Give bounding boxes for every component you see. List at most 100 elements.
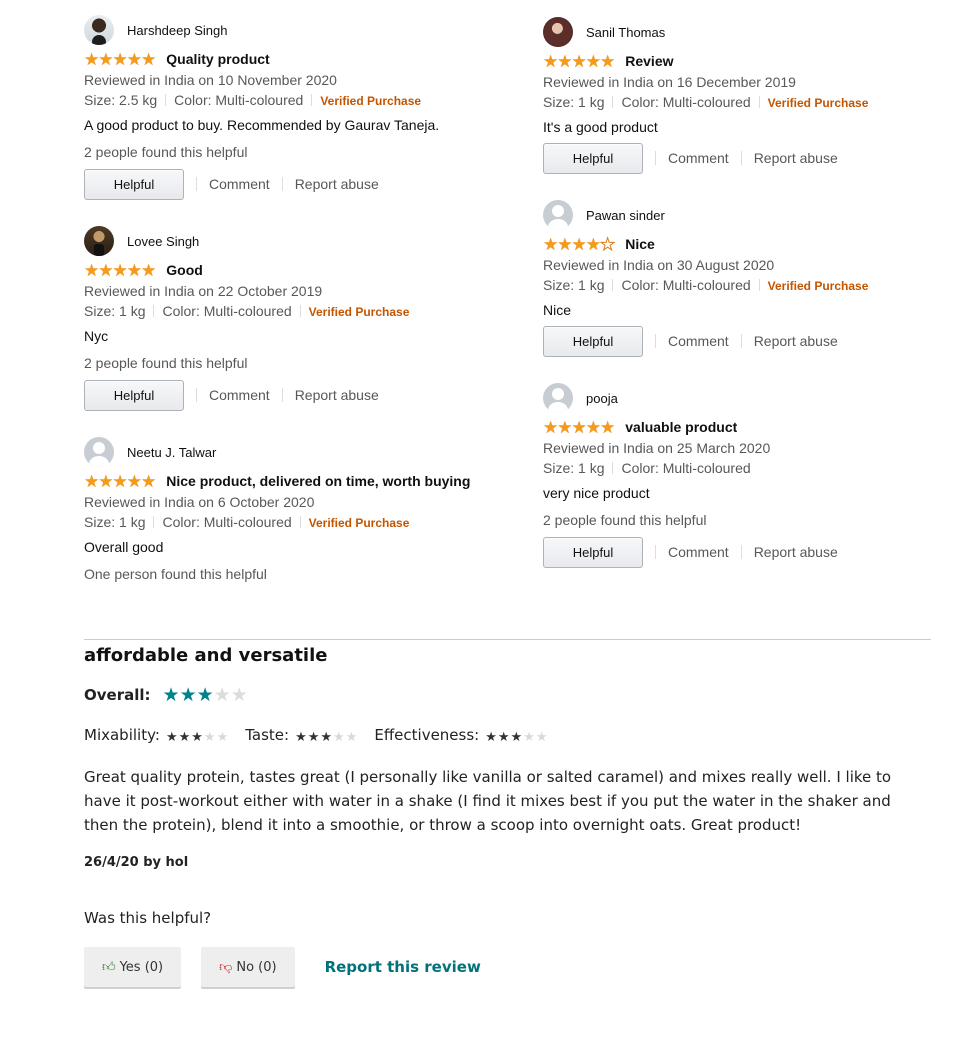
avatar[interactable] (543, 383, 573, 413)
reviewer-name[interactable]: Lovee Singh (127, 234, 199, 249)
avatar[interactable] (84, 437, 114, 467)
comment-link[interactable]: Comment (209, 176, 270, 192)
review-title[interactable]: Review (625, 53, 673, 69)
color-label[interactable]: Color: Multi-coloured (621, 460, 750, 476)
divider (196, 177, 197, 191)
star-icon: ★ (557, 234, 572, 254)
divider (655, 151, 656, 165)
avatar[interactable] (84, 15, 114, 45)
helpful-button[interactable]: Helpful (543, 536, 643, 568)
divider (165, 94, 167, 106)
star-rating[interactable]: ★ ★ ★ ★ ★ (543, 419, 615, 436)
review-title-row: ★ ★ ★ ★ ★ valuable product (543, 418, 956, 436)
size-label[interactable]: Size: 1 kg (84, 514, 145, 530)
avatar[interactable] (543, 200, 573, 230)
divider (299, 516, 301, 528)
star-icon: ★ (600, 51, 615, 71)
review-title[interactable]: valuable product (625, 419, 737, 435)
attribute-label: Effectiveness: (374, 726, 480, 744)
size-label[interactable]: Size: 1 kg (543, 277, 604, 293)
helpful-button[interactable]: Helpful (84, 168, 184, 200)
star-rating[interactable]: ★ ★ ★ ★ ★ (84, 49, 156, 69)
vote-no-button[interactable]: 👎︎ No (0) (201, 947, 295, 987)
helpful-button[interactable]: Helpful (543, 142, 643, 174)
review-title[interactable]: Quality product (166, 51, 269, 67)
review-date: Reviewed in India on 22 October 2019 (84, 283, 323, 299)
star-rating[interactable]: ★ ★ ★ ★ ★ (84, 473, 156, 490)
divider (153, 305, 155, 317)
divider (758, 96, 760, 108)
star-rating[interactable]: ★ ★ ★ ★ ★ (84, 260, 156, 280)
reviewer-name[interactable]: Sanil Thomas (586, 25, 665, 40)
star-icon: ★ (126, 49, 142, 69)
helpful-button[interactable]: Helpful (84, 379, 184, 411)
star-icon: ★ (216, 729, 229, 745)
review-title[interactable]: Nice product, delivered on time, worth b… (166, 473, 470, 489)
comment-link[interactable]: Comment (668, 333, 729, 349)
section-divider (84, 639, 931, 640)
star-icon: ★ (98, 49, 113, 69)
star-icon: ★ (98, 260, 113, 280)
star-icon: ★ (203, 729, 216, 745)
reviewer-name[interactable]: Harshdeep Singh (127, 23, 227, 38)
report-abuse-link[interactable]: Report abuse (295, 387, 379, 403)
star-icon: ★ (571, 51, 587, 71)
star-icon: ★ (333, 729, 345, 745)
size-label[interactable]: Size: 1 kg (543, 94, 604, 110)
color-label[interactable]: Color: Multi-coloured (621, 277, 750, 293)
review-title[interactable]: Good (166, 262, 203, 278)
review-actions: Helpful Comment Report abuse (84, 379, 504, 411)
attribute-mixability: Mixability: ★★★★★ (84, 726, 229, 745)
avatar[interactable] (543, 17, 573, 47)
report-review-link[interactable]: Report this review (325, 958, 481, 976)
star-icon: ★ (307, 729, 320, 745)
helpful-button[interactable]: Helpful (543, 325, 643, 357)
reviewer-name[interactable]: Pawan sinder (586, 208, 665, 223)
report-abuse-link[interactable]: Report abuse (754, 333, 838, 349)
vote-actions: 👍︎ Yes (0) 👎︎ No (0) Report this review (84, 947, 931, 987)
verified-purchase-badge: Verified Purchase (767, 96, 869, 110)
review-actions: Helpful Comment Report abuse (84, 168, 504, 200)
review-header: pooja (543, 382, 956, 414)
reviewer-name[interactable]: pooja (586, 391, 618, 406)
color-label[interactable]: Color: Multi-coloured (174, 92, 303, 108)
color-label[interactable]: Color: Multi-coloured (162, 514, 291, 530)
avatar[interactable] (84, 226, 114, 256)
review-date: Reviewed in India on 25 March 2020 (543, 440, 771, 456)
review-body: Nyc (84, 328, 109, 344)
color-label[interactable]: Color: Multi-coloured (621, 94, 750, 110)
review-date: Reviewed in India on 10 November 2020 (84, 72, 337, 88)
review-date: Reviewed in India on 30 August 2020 (543, 257, 775, 273)
reviewer-name[interactable]: Neetu J. Talwar (127, 445, 216, 460)
size-label[interactable]: Size: 1 kg (84, 303, 145, 319)
comment-link[interactable]: Comment (668, 150, 729, 166)
report-abuse-link[interactable]: Report abuse (295, 176, 379, 192)
color-label[interactable]: Color: Multi-coloured (162, 303, 291, 319)
size-label[interactable]: Size: 2.5 kg (84, 92, 157, 108)
review-title-row: ★ ★ ★ ★ ★ Good (84, 261, 504, 279)
helpful-count: 2 people found this helpful (84, 144, 248, 160)
review-header: Lovee Singh (84, 225, 504, 257)
size-label[interactable]: Size: 1 kg (543, 460, 604, 476)
comment-link[interactable]: Comment (668, 544, 729, 560)
verified-purchase-badge: Verified Purchase (320, 94, 422, 108)
review-date: Reviewed in India on 6 October 2020 (84, 494, 315, 510)
attribute-star-rating: ★★★★★ (295, 726, 358, 745)
star-icon: ★ (84, 49, 99, 69)
review-header: Neetu J. Talwar (84, 436, 479, 468)
report-abuse-link[interactable]: Report abuse (754, 544, 838, 560)
divider (612, 279, 614, 291)
divider (281, 388, 283, 402)
vote-yes-button[interactable]: 👍︎ Yes (0) (84, 947, 182, 987)
report-abuse-link[interactable]: Report abuse (754, 150, 838, 166)
review-body: Overall good (84, 539, 164, 555)
attribute-star-rating: ★★★★★ (166, 726, 229, 745)
review-title[interactable]: Nice (625, 236, 655, 252)
review-actions: Helpful Comment Report abuse (543, 142, 956, 174)
star-rating[interactable]: ★ ★ ★ ★ ★ (543, 51, 615, 71)
star-icon: ★ (523, 729, 535, 745)
attribute-taste: Taste: ★★★★★ (245, 726, 358, 745)
star-rating[interactable]: ★ ★ ★ ★ ★ (543, 234, 616, 254)
review-card: Harshdeep Singh ★ ★ ★ ★ ★ Quality product Re… (84, 14, 504, 200)
comment-link[interactable]: Comment (209, 387, 270, 403)
